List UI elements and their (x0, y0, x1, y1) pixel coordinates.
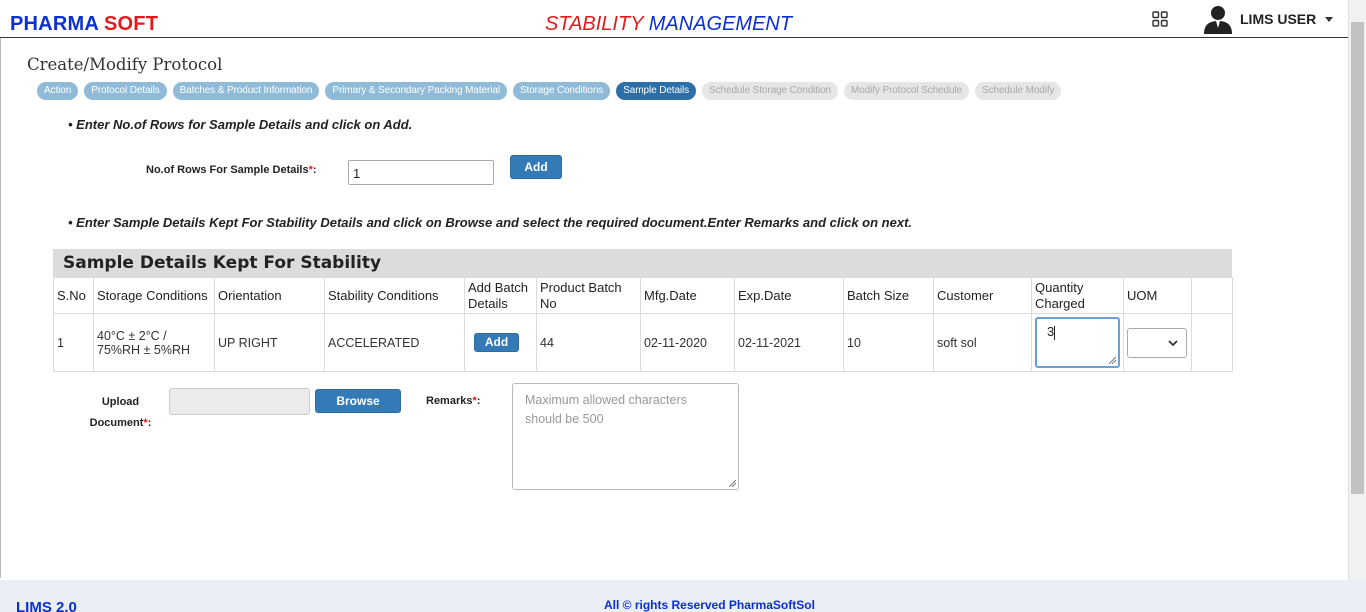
upload-label-line2: Document*: (83, 413, 158, 434)
instruction-rows: • Enter No.of Rows for Sample Details an… (68, 117, 413, 132)
column-header: Batch Size (843, 277, 934, 314)
rows-count-input[interactable]: 1 (348, 160, 494, 185)
tab-schedule-storage-condition: Schedule Storage Condition (702, 82, 839, 100)
cell-empty (1191, 313, 1233, 372)
rows-label-text: No.of Rows For Sample Details (146, 164, 309, 176)
add-rows-button[interactable]: Add (510, 155, 562, 179)
remarks-label: Remarks*: (426, 395, 480, 407)
user-menu-caret-icon[interactable] (1325, 17, 1333, 22)
column-header: UOM (1123, 277, 1192, 314)
quantity-charged-textarea[interactable]: 3 (1035, 317, 1120, 368)
column-header: Product Batch No (536, 277, 641, 314)
upload-label-colon: : (147, 417, 152, 429)
cell-uom (1123, 313, 1192, 372)
brand-part2: SOFT (104, 13, 159, 35)
column-header: Quantity Charged (1031, 277, 1124, 314)
tab-schedule-modify: Schedule Modify (975, 82, 1062, 100)
cell-customer: soft sol (933, 313, 1032, 372)
column-header: Storage Conditions (93, 277, 215, 314)
brand-logo: PHARMA SOFT (10, 13, 158, 36)
sample-details-panel: Sample Details Kept For Stability S.No S… (53, 249, 1233, 372)
tab-modify-protocol-schedule: Modify Protocol Schedule (844, 82, 970, 100)
rows-label-colon: : (312, 164, 317, 176)
tab-storage-conditions[interactable]: Storage Conditions (512, 82, 611, 100)
page-scrollbar-thumb[interactable] (1351, 22, 1364, 494)
column-header: Add Batch Details (464, 277, 537, 314)
cell-orientation: UP RIGHT (214, 313, 325, 372)
browse-button[interactable]: Browse (315, 389, 401, 413)
footer-copyright: All © rights Reserved PharmaSoftSol (604, 598, 815, 612)
cell-product-batch-no: 44 (536, 313, 641, 372)
sample-details-table: S.No Storage Conditions Orientation Stab… (53, 277, 1233, 372)
column-header-empty (1191, 277, 1233, 314)
remarks-textarea[interactable]: Maximum allowed characters should be 500 (512, 383, 739, 490)
remarks-label-colon: : (476, 395, 481, 407)
column-header: Orientation (214, 277, 325, 314)
cell-storage-conditions: 40°C ± 2°C / 75%RH ± 5%RH (93, 313, 215, 372)
upload-document-label: Upload Document*: (83, 392, 158, 434)
cell-exp-date: 02-11-2021 (734, 313, 844, 372)
cell-add-batch: Add (464, 313, 537, 372)
user-avatar-icon[interactable] (1202, 4, 1234, 34)
add-batch-details-button[interactable]: Add (474, 333, 519, 352)
uom-select[interactable] (1127, 327, 1187, 358)
app-title-part1: STABILITY (545, 13, 644, 35)
column-header: S.No (53, 277, 94, 314)
tab-protocol-details[interactable]: Protocol Details (84, 82, 167, 100)
footer-version: LIMS 2.0 (16, 599, 77, 612)
brand-part1: PHARMA (10, 13, 99, 35)
cell-mfg-date: 02-11-2020 (640, 313, 735, 372)
page-title: Create/Modify Protocol (27, 55, 223, 74)
table-header-row: S.No Storage Conditions Orientation Stab… (53, 277, 1233, 314)
tab-batches-product-information[interactable]: Batches & Product Information (172, 82, 320, 100)
tab-packing-material[interactable]: Primary & Secondary Packing Material (325, 82, 507, 100)
column-header: Exp.Date (734, 277, 844, 314)
column-header: Mfg.Date (640, 277, 735, 314)
remarks-placeholder: Maximum allowed characters should be 500 (525, 393, 687, 426)
cell-sno: 1 (53, 313, 94, 372)
sample-details-title: Sample Details Kept For Stability (53, 249, 1232, 277)
remarks-label-text: Remarks (426, 395, 473, 407)
app-title: STABILITY MANAGEMENT (545, 13, 792, 36)
table-row: 1 40°C ± 2°C / 75%RH ± 5%RH UP RIGHT ACC… (53, 313, 1233, 372)
page-footer: LIMS 2.0 All © rights Reserved PharmaSof… (0, 580, 1366, 612)
cell-quantity: 3 (1031, 313, 1124, 372)
column-header: Stability Conditions (324, 277, 465, 314)
left-border (0, 38, 1, 578)
text-cursor (1054, 325, 1056, 340)
tab-sample-details[interactable]: Sample Details (616, 82, 697, 100)
column-header: Customer (933, 277, 1032, 314)
wizard-tabs: Action Protocol Details Batches & Produc… (37, 82, 1062, 100)
rows-label: No.of Rows For Sample Details*: (146, 164, 317, 176)
top-header: PHARMA SOFT STABILITY MANAGEMENT LIMS US… (0, 0, 1348, 38)
resize-grip-icon[interactable] (729, 480, 736, 487)
apps-grid-icon[interactable] (1152, 11, 1168, 27)
cell-stability-conditions: ACCELERATED (324, 313, 465, 372)
upload-label-text: Document (89, 417, 144, 429)
resize-grip-icon[interactable] (1109, 357, 1116, 364)
upload-label-line1: Upload (101, 396, 140, 408)
user-name[interactable]: LIMS USER (1240, 11, 1316, 27)
quantity-value: 3 (1047, 324, 1055, 339)
upload-file-input[interactable] (169, 388, 310, 415)
app-title-part2: MANAGEMENT (648, 13, 793, 35)
cell-batch-size: 10 (843, 313, 934, 372)
tab-action[interactable]: Action (37, 82, 79, 100)
instruction-sample-details: • Enter Sample Details Kept For Stabilit… (68, 215, 913, 230)
chevron-down-icon (1168, 339, 1178, 346)
